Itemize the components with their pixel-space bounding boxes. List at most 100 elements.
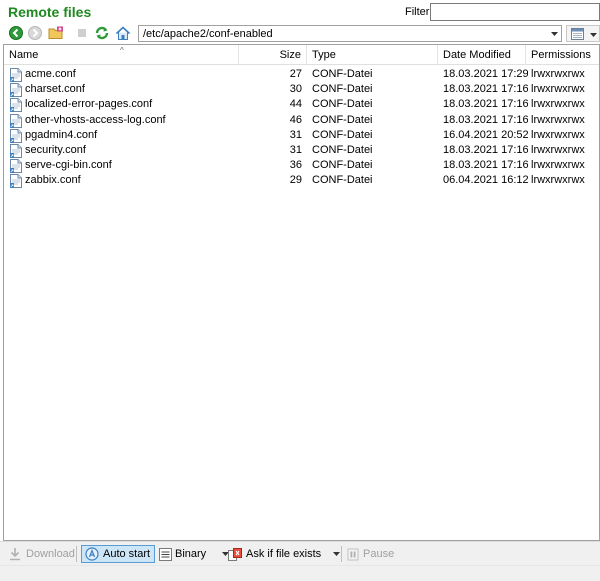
toolbar: /etc/apache2/conf-enabled: [0, 24, 600, 44]
file-size: 27: [244, 67, 302, 82]
file-type: CONF-Datei: [312, 158, 437, 173]
file-size: 44: [244, 97, 302, 112]
file-icon: [10, 144, 22, 158]
file-size: 46: [244, 113, 302, 128]
column-header-size[interactable]: Size: [239, 45, 307, 65]
file-type: CONF-Datei: [312, 97, 437, 112]
file-icon: [10, 83, 22, 97]
file-name[interactable]: zabbix.conf: [25, 173, 240, 188]
pause-icon: [347, 548, 359, 561]
column-name-label: Name: [9, 49, 38, 61]
file-row[interactable]: acme.conf 27 CONF-Datei 18.03.2021 17:29lrw…: [4, 67, 599, 82]
panel-title: Remote files: [8, 4, 91, 20]
column-header-name[interactable]: Name ^: [4, 45, 239, 65]
file-type: CONF-Datei: [312, 82, 437, 97]
chevron-down-icon: [333, 552, 340, 556]
download-label: Download: [26, 545, 75, 563]
file-icon: [10, 159, 22, 173]
file-date-modified: 18.03.2021 17:29: [443, 67, 528, 82]
file-row[interactable]: other-vhosts-access-log.conf 46 CONF-Datei…: [4, 113, 599, 128]
file-size: 36: [244, 158, 302, 173]
file-permissions: lrwxrwxrwx: [531, 143, 599, 158]
file-icon: [10, 129, 22, 143]
stop-icon[interactable]: [74, 25, 90, 41]
file-name[interactable]: other-vhosts-access-log.conf: [25, 113, 240, 128]
binary-icon: [159, 548, 172, 561]
file-icon: [10, 174, 22, 188]
file-type: CONF-Datei: [312, 173, 437, 188]
filter-input[interactable]: [430, 3, 600, 21]
view-mode-icon: [571, 28, 584, 40]
file-date-modified: 18.03.2021 17:16: [443, 158, 528, 173]
back-icon[interactable]: [8, 25, 24, 41]
file-permissions: lrwxrwxrwx: [531, 97, 599, 112]
ask-if-exists-label: Ask if file exists: [246, 545, 321, 563]
chevron-down-icon: [590, 33, 597, 37]
file-row[interactable]: security.conf31CONF-Datei18.03.2021 17:1…: [4, 143, 599, 158]
file-row[interactable]: zabbix.conf 29 CONF-Datei 06.04.2021 16:12l…: [4, 173, 599, 188]
file-date-modified: 18.03.2021 17:16: [443, 113, 528, 128]
binary-label: Binary: [175, 545, 206, 563]
download-icon: [8, 547, 22, 561]
file-row[interactable]: pgadmin4.conf 31 CONF-Datei 16.04.2021 20:5…: [4, 128, 599, 143]
file-row[interactable]: localized-error-pages.conf44CONF-Datei18…: [4, 97, 599, 112]
file-name[interactable]: acme.conf: [25, 67, 240, 82]
file-permissions: lrwxrwxrwx: [531, 128, 599, 143]
auto-start-icon: [85, 547, 99, 561]
ask-if-exists-dropdown[interactable]: Ask if file exists: [228, 545, 340, 563]
file-name[interactable]: pgadmin4.conf: [25, 128, 240, 143]
file-date-modified: 18.03.2021 17:16: [443, 82, 528, 97]
pause-label: Pause: [363, 545, 394, 563]
forward-icon[interactable]: [27, 25, 43, 41]
file-size: 29: [244, 173, 302, 188]
file-date-modified: 16.04.2021 20:52: [443, 128, 528, 143]
file-type: CONF-Datei: [312, 128, 437, 143]
column-header-date[interactable]: Date Modified: [438, 45, 526, 65]
transfer-bar: Download Auto start Binary Ask if file e…: [0, 541, 600, 565]
sort-ascending-icon: ^: [120, 41, 124, 61]
file-row[interactable]: charset.conf 30 CONF-Datei 18.03.2021 17:16…: [4, 82, 599, 97]
binary-dropdown[interactable]: Binary: [159, 545, 229, 563]
file-date-modified: 06.04.2021 16:12: [443, 173, 528, 188]
panel-header: Remote files Filter:: [0, 0, 600, 24]
file-name[interactable]: security.conf: [25, 143, 240, 158]
file-permissions: lrwxrwxrwx: [531, 158, 599, 173]
file-type: CONF-Datei: [312, 67, 437, 82]
chevron-down-icon[interactable]: [547, 26, 561, 41]
pause-button[interactable]: Pause: [347, 545, 394, 563]
divider: [76, 546, 77, 562]
file-icon: [10, 68, 22, 82]
file-date-modified: 18.03.2021 17:16: [443, 143, 528, 158]
file-permissions: lrwxrwxrwx: [531, 173, 599, 188]
path-combobox[interactable]: /etc/apache2/conf-enabled: [138, 25, 562, 42]
file-permissions: lrwxrwxrwx: [531, 67, 599, 82]
divider: [341, 546, 342, 562]
file-name[interactable]: localized-error-pages.conf: [25, 97, 240, 112]
file-icon: [10, 98, 22, 112]
column-header-type[interactable]: Type: [307, 45, 438, 65]
file-size: 30: [244, 82, 302, 97]
file-type: CONF-Datei: [312, 113, 437, 128]
file-name[interactable]: charset.conf: [25, 82, 240, 97]
column-header-permissions[interactable]: Permissions: [526, 45, 599, 65]
file-row[interactable]: serve-cgi-bin.conf 36 CONF-Datei 18.03.2021…: [4, 158, 599, 173]
refresh-icon[interactable]: [94, 25, 110, 41]
new-folder-icon[interactable]: [48, 25, 64, 41]
home-icon[interactable]: [115, 25, 131, 41]
download-button[interactable]: Download: [8, 545, 75, 563]
file-list[interactable]: Name ^ Size Type Date Modified Permissio…: [3, 44, 600, 541]
file-size: 31: [244, 143, 302, 158]
list-header: Name ^ Size Type Date Modified Permissio…: [4, 45, 599, 65]
filter-label: Filter:: [405, 6, 433, 18]
auto-start-label: Auto start: [103, 545, 150, 563]
file-size: 31: [244, 128, 302, 143]
file-name[interactable]: serve-cgi-bin.conf: [25, 158, 240, 173]
file-permissions: lrwxrwxrwx: [531, 82, 599, 97]
status-bar: [0, 565, 600, 581]
path-text[interactable]: /etc/apache2/conf-enabled: [143, 28, 273, 40]
file-icon: [10, 114, 22, 128]
file-exists-icon: [228, 548, 242, 561]
view-mode-button[interactable]: [566, 25, 600, 42]
file-permissions: lrwxrwxrwx: [531, 113, 599, 128]
auto-start-toggle[interactable]: Auto start: [81, 545, 155, 563]
